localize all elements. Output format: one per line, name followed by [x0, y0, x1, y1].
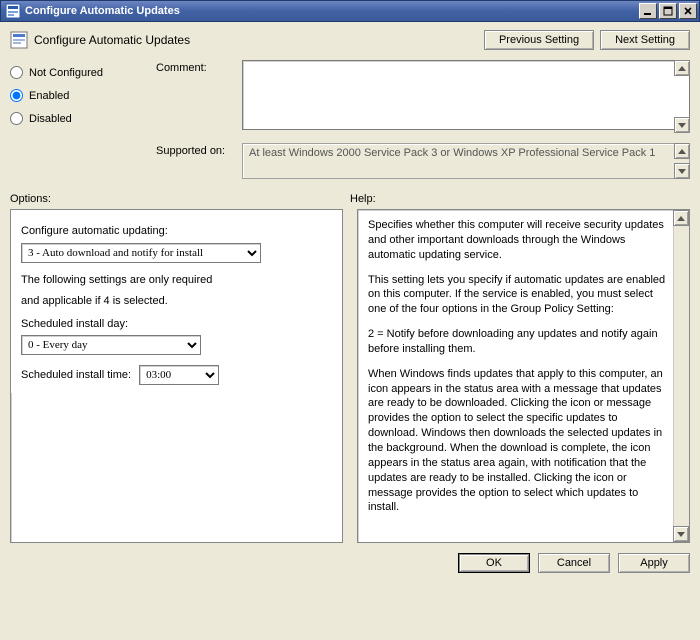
policy-icon — [10, 31, 28, 49]
scroll-down-button[interactable] — [673, 526, 689, 542]
install-time-select[interactable]: 03:00 — [139, 365, 219, 385]
install-day-select[interactable]: 0 - Every day — [21, 335, 201, 355]
scroll-up-button[interactable] — [673, 210, 689, 226]
options-panel: Configure automatic updating: 3 - Auto d… — [10, 209, 343, 543]
configure-updating-select[interactable]: 3 - Auto download and notify for install — [21, 243, 261, 263]
scroll-down-button[interactable] — [674, 117, 690, 133]
radio-enabled[interactable]: Enabled — [10, 89, 150, 102]
maximize-button[interactable] — [659, 3, 677, 19]
supported-on-text: At least Windows 2000 Service Pack 3 or … — [242, 143, 690, 179]
window-title: Configure Automatic Updates — [25, 5, 180, 17]
previous-setting-button[interactable]: Previous Setting — [484, 30, 594, 50]
scroll-up-button[interactable] — [674, 143, 690, 159]
radio-disabled[interactable]: Disabled — [10, 112, 150, 125]
radio-label: Enabled — [29, 90, 69, 102]
comment-label: Comment: — [156, 60, 236, 133]
help-panel: Specifies whether this computer will rec… — [357, 209, 690, 543]
comment-textarea[interactable] — [242, 60, 690, 130]
help-paragraph: When Windows finds updates that apply to… — [368, 367, 667, 515]
close-button[interactable] — [679, 3, 697, 19]
ok-button[interactable]: OK — [458, 553, 530, 573]
state-radio-group: Not Configured Enabled Disabled — [10, 60, 150, 179]
help-paragraph: Specifies whether this computer will rec… — [368, 218, 667, 263]
radio-label: Disabled — [29, 113, 72, 125]
help-paragraph: 2 = Notify before downloading any update… — [368, 327, 667, 357]
supported-on-value: At least Windows 2000 Service Pack 3 or … — [249, 147, 655, 159]
note-text: and applicable if 4 is selected. — [21, 294, 332, 309]
apply-button[interactable]: Apply — [618, 553, 690, 573]
dialog-footer: OK Cancel Apply — [10, 553, 690, 573]
minimize-button[interactable] — [639, 3, 657, 19]
install-time-label: Scheduled install time: — [21, 368, 131, 383]
install-day-label: Scheduled install day: — [21, 317, 332, 332]
cancel-button[interactable]: Cancel — [538, 553, 610, 573]
radio-not-configured[interactable]: Not Configured — [10, 66, 150, 79]
supported-label: Supported on: — [156, 143, 236, 179]
help-heading: Help: — [350, 193, 690, 205]
help-paragraph: This setting lets you specify if automat… — [368, 273, 667, 318]
radio-enabled-input[interactable] — [10, 89, 23, 102]
options-heading: Options: — [10, 193, 350, 205]
radio-disabled-input[interactable] — [10, 112, 23, 125]
page-title: Configure Automatic Updates — [34, 33, 190, 47]
scrollbar[interactable] — [673, 210, 689, 542]
scroll-down-button[interactable] — [674, 163, 690, 179]
radio-label: Not Configured — [29, 67, 103, 79]
configure-updating-label: Configure automatic updating: — [21, 224, 332, 239]
radio-not-configured-input[interactable] — [10, 66, 23, 79]
next-setting-button[interactable]: Next Setting — [600, 30, 690, 50]
note-text: The following settings are only required — [21, 273, 332, 288]
scroll-up-button[interactable] — [674, 60, 690, 76]
app-icon — [5, 3, 21, 19]
titlebar: Configure Automatic Updates — [0, 0, 700, 22]
